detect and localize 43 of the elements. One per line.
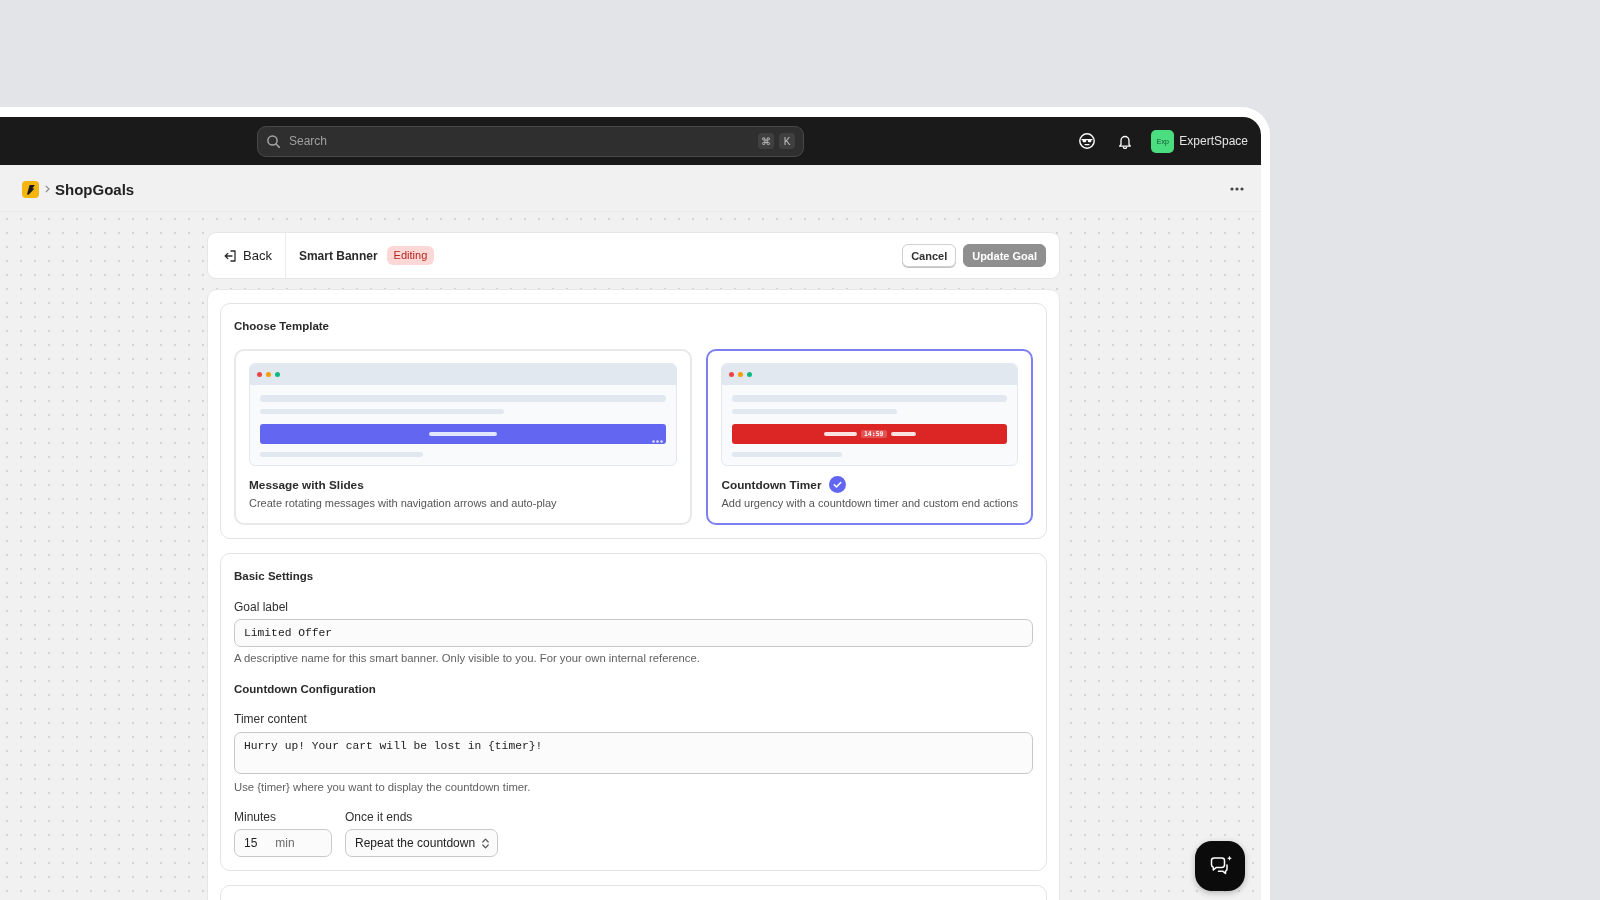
section-title: Basic Settings xyxy=(234,569,315,584)
slide-dots-icon xyxy=(652,440,664,443)
face-glasses-icon[interactable] xyxy=(1079,133,1096,149)
banner-text-line xyxy=(823,432,857,436)
status-badge: Editing xyxy=(386,246,435,265)
help-text: A descriptive name for this smart banner. Only visible to you. For your own internal reference. xyxy=(234,651,701,665)
field-label: Timer content xyxy=(234,712,308,727)
banner-text-line xyxy=(429,432,498,436)
banner-text-line xyxy=(890,432,916,436)
field-label: Goal label xyxy=(234,600,290,615)
bell-icon[interactable] xyxy=(1118,133,1133,149)
search-field[interactable]: Search ⌘ K xyxy=(257,125,804,157)
shortcut-key: ⌘ xyxy=(758,133,774,149)
back-button[interactable]: Back xyxy=(208,233,286,278)
section-title: Choose Template xyxy=(234,319,330,334)
chat-button[interactable] xyxy=(1195,841,1245,891)
template-option[interactable]: Message with Slides Create rotating messages with navigation arrows and auto-play xyxy=(234,349,693,525)
template-description: Create rotating messages with navigation arrows and auto-play xyxy=(249,496,558,510)
goal-label-field[interactable]: Limited Offer xyxy=(234,619,1033,647)
secondary-button[interactable]: Cancel xyxy=(902,244,957,267)
shortcut-key: K xyxy=(779,133,795,149)
chevron-updown-icon xyxy=(482,837,489,849)
breadcrumb-title[interactable]: ShopGoals xyxy=(55,180,135,198)
template-title: Message with Slides xyxy=(249,477,364,492)
template-description: Add urgency with a countdown timer and custom end actions xyxy=(721,496,1018,510)
more-icon[interactable] xyxy=(1230,187,1244,191)
app-logo-icon xyxy=(22,180,39,198)
search-icon xyxy=(267,134,280,148)
window-dots-icon xyxy=(257,372,280,377)
minutes-field[interactable]: 15 min xyxy=(234,829,332,857)
chevron-right-icon xyxy=(45,185,50,193)
account-name[interactable]: ExpertSpace xyxy=(1179,134,1248,148)
check-circle-icon xyxy=(828,476,846,493)
timer-content-field[interactable]: Hurry up! Your cart will be lost in {timer}! xyxy=(234,732,1033,774)
end-action-select[interactable]: Repeat the countdown xyxy=(345,829,498,857)
field-label: Once it ends xyxy=(345,810,414,825)
subsection-title: Countdown Configuration xyxy=(234,682,377,697)
field-label: Minutes xyxy=(234,810,278,825)
page-title: Smart Banner xyxy=(298,248,378,263)
help-text: Use {timer} where you want to display the countdown timer. xyxy=(234,780,532,794)
back-arrow-icon xyxy=(224,249,236,262)
template-title: Countdown Timer xyxy=(721,477,822,492)
window-dots-icon xyxy=(729,372,753,377)
